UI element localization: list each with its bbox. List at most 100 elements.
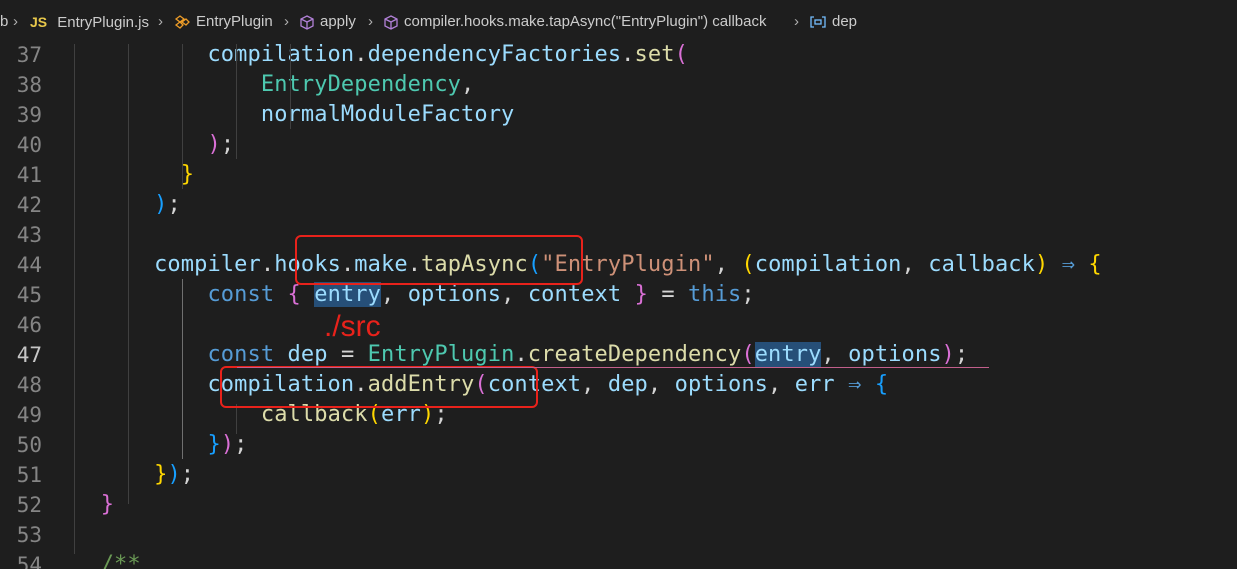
code-token: } [634,282,648,307]
breadcrumb-file-label: EntryPlugin.js [57,14,150,31]
code-line[interactable]: 39 normalModuleFactory [0,100,1237,130]
code-token: ; [234,432,248,457]
line-number: 40 [16,133,42,157]
code-line[interactable]: 51 }); [0,460,1237,490]
code-token: . [260,252,275,277]
code-token: options [407,282,502,307]
code-text: }); [74,430,248,460]
code-token: . [621,44,635,67]
line-number: 46 [16,313,42,337]
breadcrumb-variable[interactable]: dep [810,12,857,32]
variable-icon [810,16,826,28]
code-token: compilation [754,252,902,277]
code-text: } [74,160,194,190]
code-text: compilation.dependencyFactories.set( [74,44,688,70]
code-token: } [207,432,221,457]
code-token: const [207,342,275,367]
indent-guide [128,44,129,504]
code-token: ) [154,192,168,217]
code-token: entry [314,282,381,307]
breadcrumb-root[interactable]: b [0,12,8,32]
code-editor[interactable]: 37 compilation.dependencyFactories.set(3… [0,44,1237,569]
chevron-right-icon: › [368,13,373,30]
line-number: 39 [16,103,42,127]
code-token: { [1088,252,1102,277]
chevron-right-icon: › [794,13,799,30]
code-token: , [901,252,929,277]
code-line[interactable]: 45 const { entry, options, context } = t… [0,280,1237,310]
method-cube-icon [300,14,314,30]
code-token: , [501,282,528,307]
breadcrumb-method[interactable]: apply [300,12,356,32]
code-token: ( [741,342,755,367]
breadcrumb-class[interactable]: EntryPlugin [174,12,273,32]
code-token: this [688,282,742,307]
breadcrumb-callback[interactable]: compiler.hooks.make.tapAsync("EntryPlugi… [384,12,766,32]
code-token: } [100,492,115,517]
code-token: ) [941,342,955,367]
code-line[interactable]: 43 [0,220,1237,250]
code-token: normalModuleFactory [260,102,515,127]
code-line[interactable]: 54 /** [0,550,1237,569]
class-icon [174,15,190,29]
js-file-icon: JS [30,14,48,30]
line-number: 47 [16,343,42,367]
chevron-right-icon: › [284,13,289,30]
code-line[interactable]: 44 compiler.hooks.make.tapAsync("EntryPl… [0,250,1237,280]
code-text: /** [74,550,141,569]
code-token: dependencyFactories [367,44,622,67]
code-line[interactable]: 49 callback(err); [0,400,1237,430]
breadcrumb-class-label: EntryPlugin [196,13,273,30]
breadcrumb-file[interactable]: JS EntryPlugin.js [30,12,149,32]
code-token: dep [607,372,648,397]
breadcrumb: b › JS EntryPlugin.js › EntryPlugin › ap… [0,0,1237,44]
code-token: { [874,372,889,397]
code-text: normalModuleFactory [74,100,514,130]
code-token: = [327,342,368,367]
code-token: ) [207,132,221,157]
code-line[interactable]: 40 ); [0,130,1237,160]
code-token: ; [220,132,235,157]
code-token: ⇒ [834,372,875,397]
code-line[interactable]: 53 [0,520,1237,550]
line-number: 37 [16,44,42,67]
code-line[interactable]: 41 } [0,160,1237,190]
code-token: ) [1035,252,1049,277]
code-text: } [74,490,114,520]
code-token: err [794,372,835,397]
indent-guide [236,44,237,159]
code-line[interactable]: 52 } [0,490,1237,520]
line-number: 44 [16,253,42,277]
code-token: ; [167,192,181,217]
code-line[interactable]: 50 }); [0,430,1237,460]
code-line[interactable]: 37 compilation.dependencyFactories.set( [0,44,1237,70]
code-token: callback [928,252,1035,277]
code-token: set [634,44,675,67]
code-line[interactable]: 48 compilation.addEntry(context, dep, op… [0,370,1237,400]
line-number: 53 [16,523,42,547]
indent-guide [236,404,237,434]
code-line[interactable]: 47 const dep = EntryPlugin.createDepende… [0,340,1237,370]
code-token: , [581,372,608,397]
breadcrumb-variable-label: dep [832,13,858,30]
code-token: = [647,282,689,307]
code-token: . [354,44,368,67]
code-token: , [461,72,475,97]
code-line[interactable]: 42 ); [0,190,1237,220]
code-line[interactable]: 46 [0,310,1237,340]
breadcrumb-callback-label: compiler.hooks.make.tapAsync("EntryPlugi… [404,13,767,30]
line-number: 43 [16,223,42,247]
code-token: , [714,252,742,277]
code-token: const [207,282,275,307]
code-token: /** [100,552,141,569]
line-number: 50 [16,433,42,457]
indent-guide [290,44,291,129]
code-token: , [821,342,849,367]
reference-underline [237,367,989,368]
code-line[interactable]: 38 EntryDependency, [0,70,1237,100]
code-token: ; [180,462,195,487]
code-token: ) [167,462,181,487]
